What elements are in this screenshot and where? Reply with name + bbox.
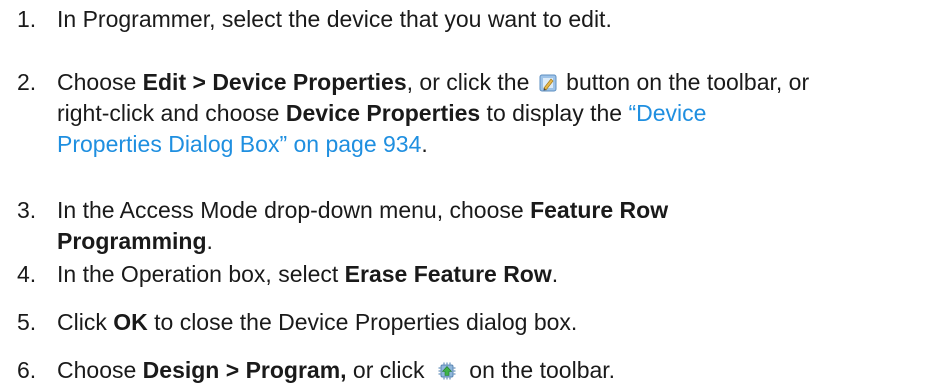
step-number: 4. bbox=[17, 261, 37, 287]
device-properties-link-continued[interactable]: Properties Dialog Box” on page 934 bbox=[57, 131, 421, 157]
step-text: In the Operation box, select Erase Featu… bbox=[57, 261, 559, 287]
step-text: In the Access Mode drop-down menu, choos… bbox=[57, 197, 669, 254]
step-number: 6. bbox=[17, 357, 37, 383]
step-text: Choose Edit > Device Properties, or clic… bbox=[57, 69, 810, 157]
step-text: Choose Design > Program, or click on the… bbox=[57, 357, 616, 383]
step-number: 3. bbox=[17, 197, 37, 223]
step-number: 2. bbox=[17, 69, 37, 95]
step-number: 5. bbox=[17, 309, 37, 335]
device-properties-icon bbox=[538, 70, 558, 92]
step-text: Click OK to close the Device Properties … bbox=[57, 309, 578, 335]
program-icon bbox=[437, 358, 457, 380]
step-text: In Programmer, select the device that yo… bbox=[57, 6, 612, 32]
step-number: 1. bbox=[17, 6, 37, 32]
device-properties-link[interactable]: “Device bbox=[628, 100, 706, 126]
